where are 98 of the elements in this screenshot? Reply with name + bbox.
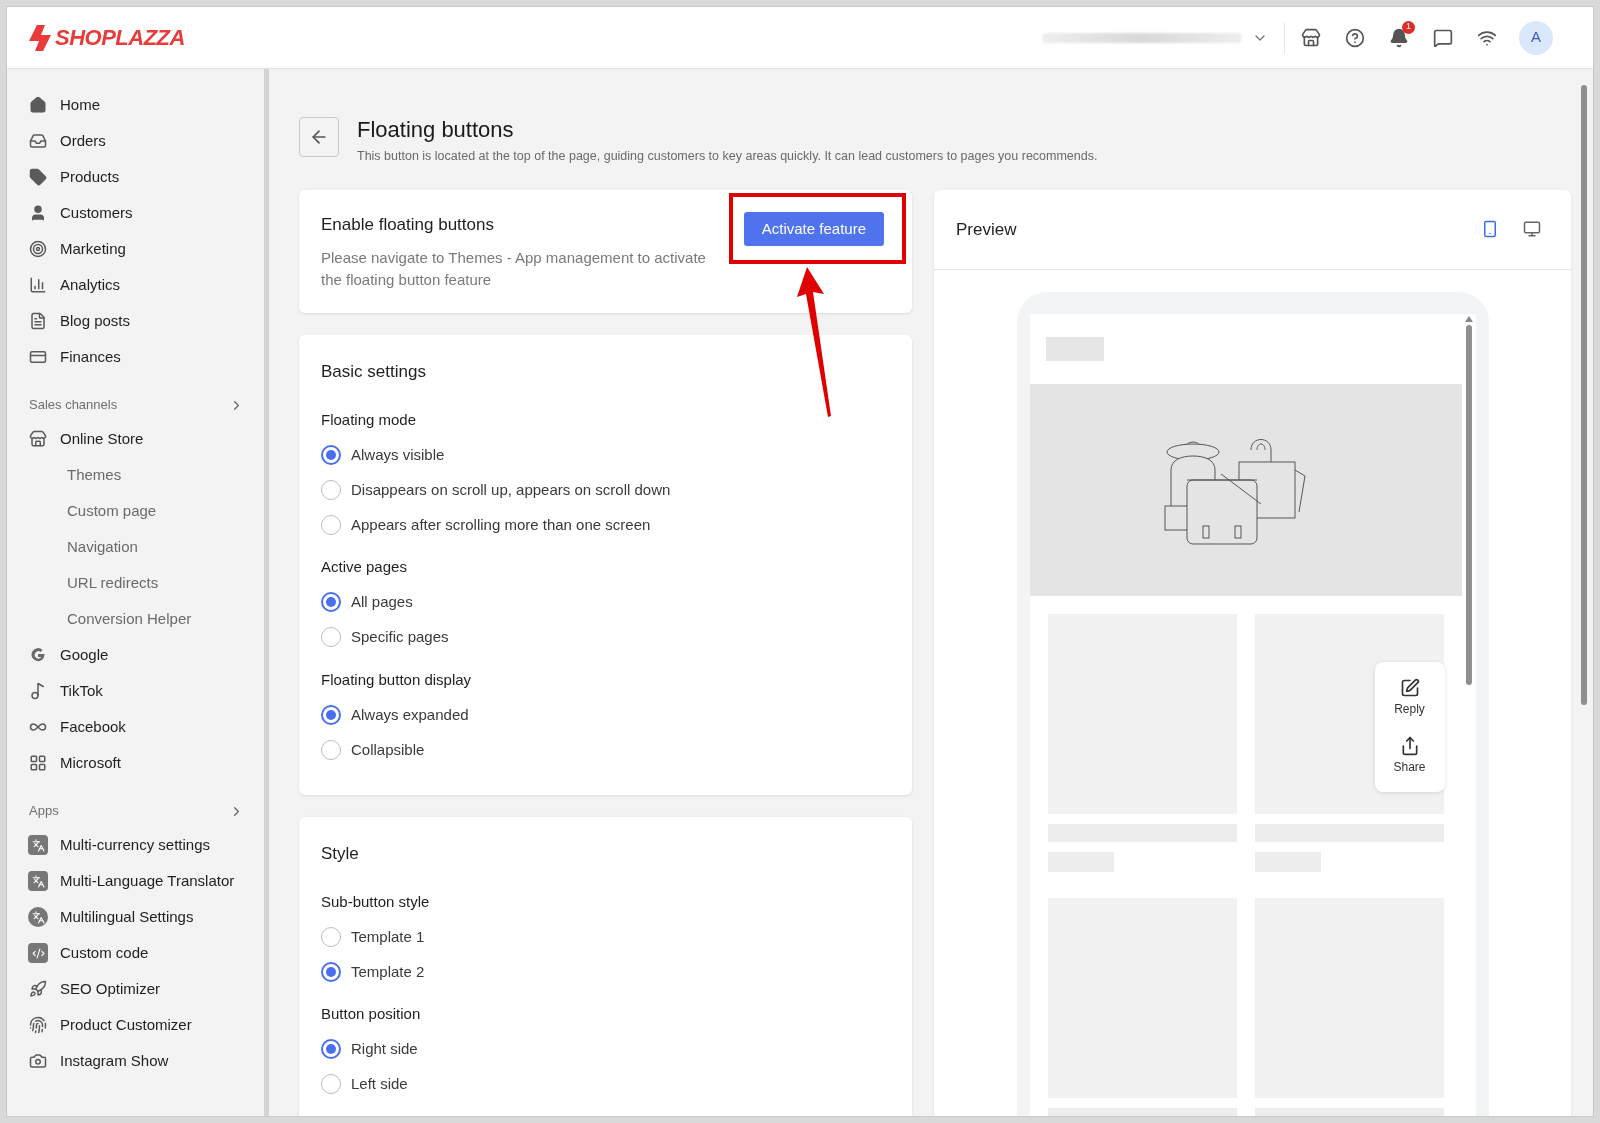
notification-badge: 1 <box>1402 20 1415 34</box>
radio-label: All pages <box>351 592 413 612</box>
radio-label: Template 1 <box>351 926 425 947</box>
nav-subitem[interactable]: Navigation <box>7 529 264 565</box>
radio-label: Always expanded <box>351 704 469 725</box>
target-icon <box>29 240 47 258</box>
phone-icon[interactable] <box>1481 220 1499 239</box>
bar-chart-icon <box>29 276 47 294</box>
radio-button[interactable] <box>321 961 341 982</box>
radio-label: Left side <box>351 1074 408 1094</box>
radio-button[interactable] <box>321 514 341 535</box>
nav-subitem[interactable]: URL redirects <box>7 565 264 601</box>
nav-item[interactable]: Online Store <box>7 421 264 457</box>
nav-item[interactable]: Finances <box>7 339 264 375</box>
page-subtitle: This button is located at the top of the page, guiding customers to key areas quickly. It can lead customers to pages you recommends. <box>357 148 1098 165</box>
nav-subitem[interactable]: Themes <box>7 457 264 493</box>
radio-label: Right side <box>351 1039 418 1059</box>
radio-button[interactable] <box>321 444 341 465</box>
logo-wordmark[interactable]: SHOPLAZZA <box>55 21 185 54</box>
grid-icon <box>29 754 47 772</box>
radio-button[interactable] <box>321 926 341 947</box>
radio-label: Specific pages <box>351 627 449 647</box>
monitor-icon[interactable] <box>1523 220 1541 239</box>
person-icon <box>29 204 47 222</box>
section-heading: Sales channels <box>29 396 118 415</box>
nav-item[interactable]: Customers <box>7 195 264 231</box>
translate-icon <box>28 835 48 855</box>
radio-button[interactable] <box>321 592 341 613</box>
radio-label: Collapsible <box>351 739 425 760</box>
nav-item[interactable]: Orders <box>7 123 264 159</box>
logo-icon <box>29 24 51 51</box>
radio-label: Disappears on scroll up, appears on scroll down <box>351 479 671 500</box>
pen-square-icon <box>1399 677 1420 698</box>
nav-item[interactable]: Multilingual Settings <box>7 899 264 935</box>
nav-item[interactable]: TikTok <box>7 673 264 709</box>
group-label: Active pages <box>321 557 408 578</box>
tray-icon <box>29 132 47 150</box>
rocket-icon <box>29 980 47 998</box>
document-icon <box>29 312 47 330</box>
store-icon <box>29 430 47 448</box>
group-label: Button position <box>321 1004 422 1025</box>
nav-item[interactable]: Instagram Show <box>7 1043 264 1079</box>
logo-placeholder <box>1045 336 1104 361</box>
nav-item[interactable]: Google <box>7 637 264 673</box>
nav-item[interactable]: SEO Optimizer <box>7 971 264 1007</box>
nav-item[interactable]: Multi-Language Translator <box>7 863 264 899</box>
radio-button[interactable] <box>321 1039 341 1060</box>
page-title: Floating buttons <box>357 116 515 144</box>
tag-icon <box>29 168 47 186</box>
code-icon <box>28 943 48 963</box>
card-icon <box>29 348 47 366</box>
nav-item[interactable]: Marketing <box>7 231 264 267</box>
activate-feature-button[interactable]: Activate feature <box>743 211 884 246</box>
scrollbar-thumb[interactable] <box>1581 85 1587 705</box>
nav-item[interactable]: Blog posts <box>7 303 264 339</box>
radio-button[interactable] <box>321 479 341 500</box>
chat-icon[interactable] <box>1433 27 1453 48</box>
home-icon <box>29 96 47 114</box>
nav-item[interactable]: Custom code <box>7 935 264 971</box>
radio-button[interactable] <box>321 1074 341 1095</box>
nav-subitem[interactable]: Custom page <box>7 493 264 529</box>
group-label: Floating button display <box>321 669 473 690</box>
nav-item[interactable]: Analytics <box>7 267 264 303</box>
radio-button[interactable] <box>321 739 341 760</box>
radio-label: Always visible <box>351 444 445 465</box>
radio-button[interactable] <box>321 704 341 725</box>
card-title: Style <box>321 843 360 866</box>
radio-button[interactable] <box>321 627 341 648</box>
store-icon[interactable] <box>1301 27 1321 48</box>
card-title: Basic settings <box>321 361 427 384</box>
nav-item[interactable]: Facebook <box>7 709 264 745</box>
user-avatar[interactable]: A <box>1519 20 1553 55</box>
camera-icon <box>29 1052 47 1070</box>
fingerprint-icon <box>29 1016 47 1034</box>
scrollbar-thumb[interactable] <box>1465 324 1472 685</box>
preview-title: Preview <box>956 218 1017 241</box>
radio-label: Template 2 <box>351 961 425 982</box>
nav-item[interactable]: Product Customizer <box>7 1007 264 1043</box>
nav-item[interactable]: Products <box>7 159 264 195</box>
nav-subitem[interactable]: Conversion Helper <box>7 601 264 637</box>
card-title: Enable floating buttons <box>321 213 495 236</box>
radio-label: Appears after scrolling more than one screen <box>351 514 651 535</box>
bell-icon[interactable] <box>1389 27 1409 48</box>
help-icon[interactable] <box>1345 27 1365 48</box>
floating-action[interactable]: Reply <box>1394 677 1425 718</box>
group-label: Sub-button style <box>321 891 431 912</box>
card-description: Please navigate to Themes - App management to activate the floating button feature <box>321 248 707 291</box>
section-heading: Apps <box>29 802 59 821</box>
nav-item[interactable]: Multi-currency settings <box>7 827 264 863</box>
group-label: Floating mode <box>321 409 418 430</box>
translate-icon <box>28 907 48 927</box>
translate-icon <box>28 871 48 891</box>
nav-item[interactable]: Home <box>7 87 264 123</box>
back-button[interactable] <box>299 117 339 157</box>
g-letter-icon <box>29 646 47 664</box>
music-note-icon <box>29 682 47 700</box>
floating-action[interactable]: Share <box>1393 735 1426 776</box>
nav-item[interactable]: Microsoft <box>7 745 264 781</box>
